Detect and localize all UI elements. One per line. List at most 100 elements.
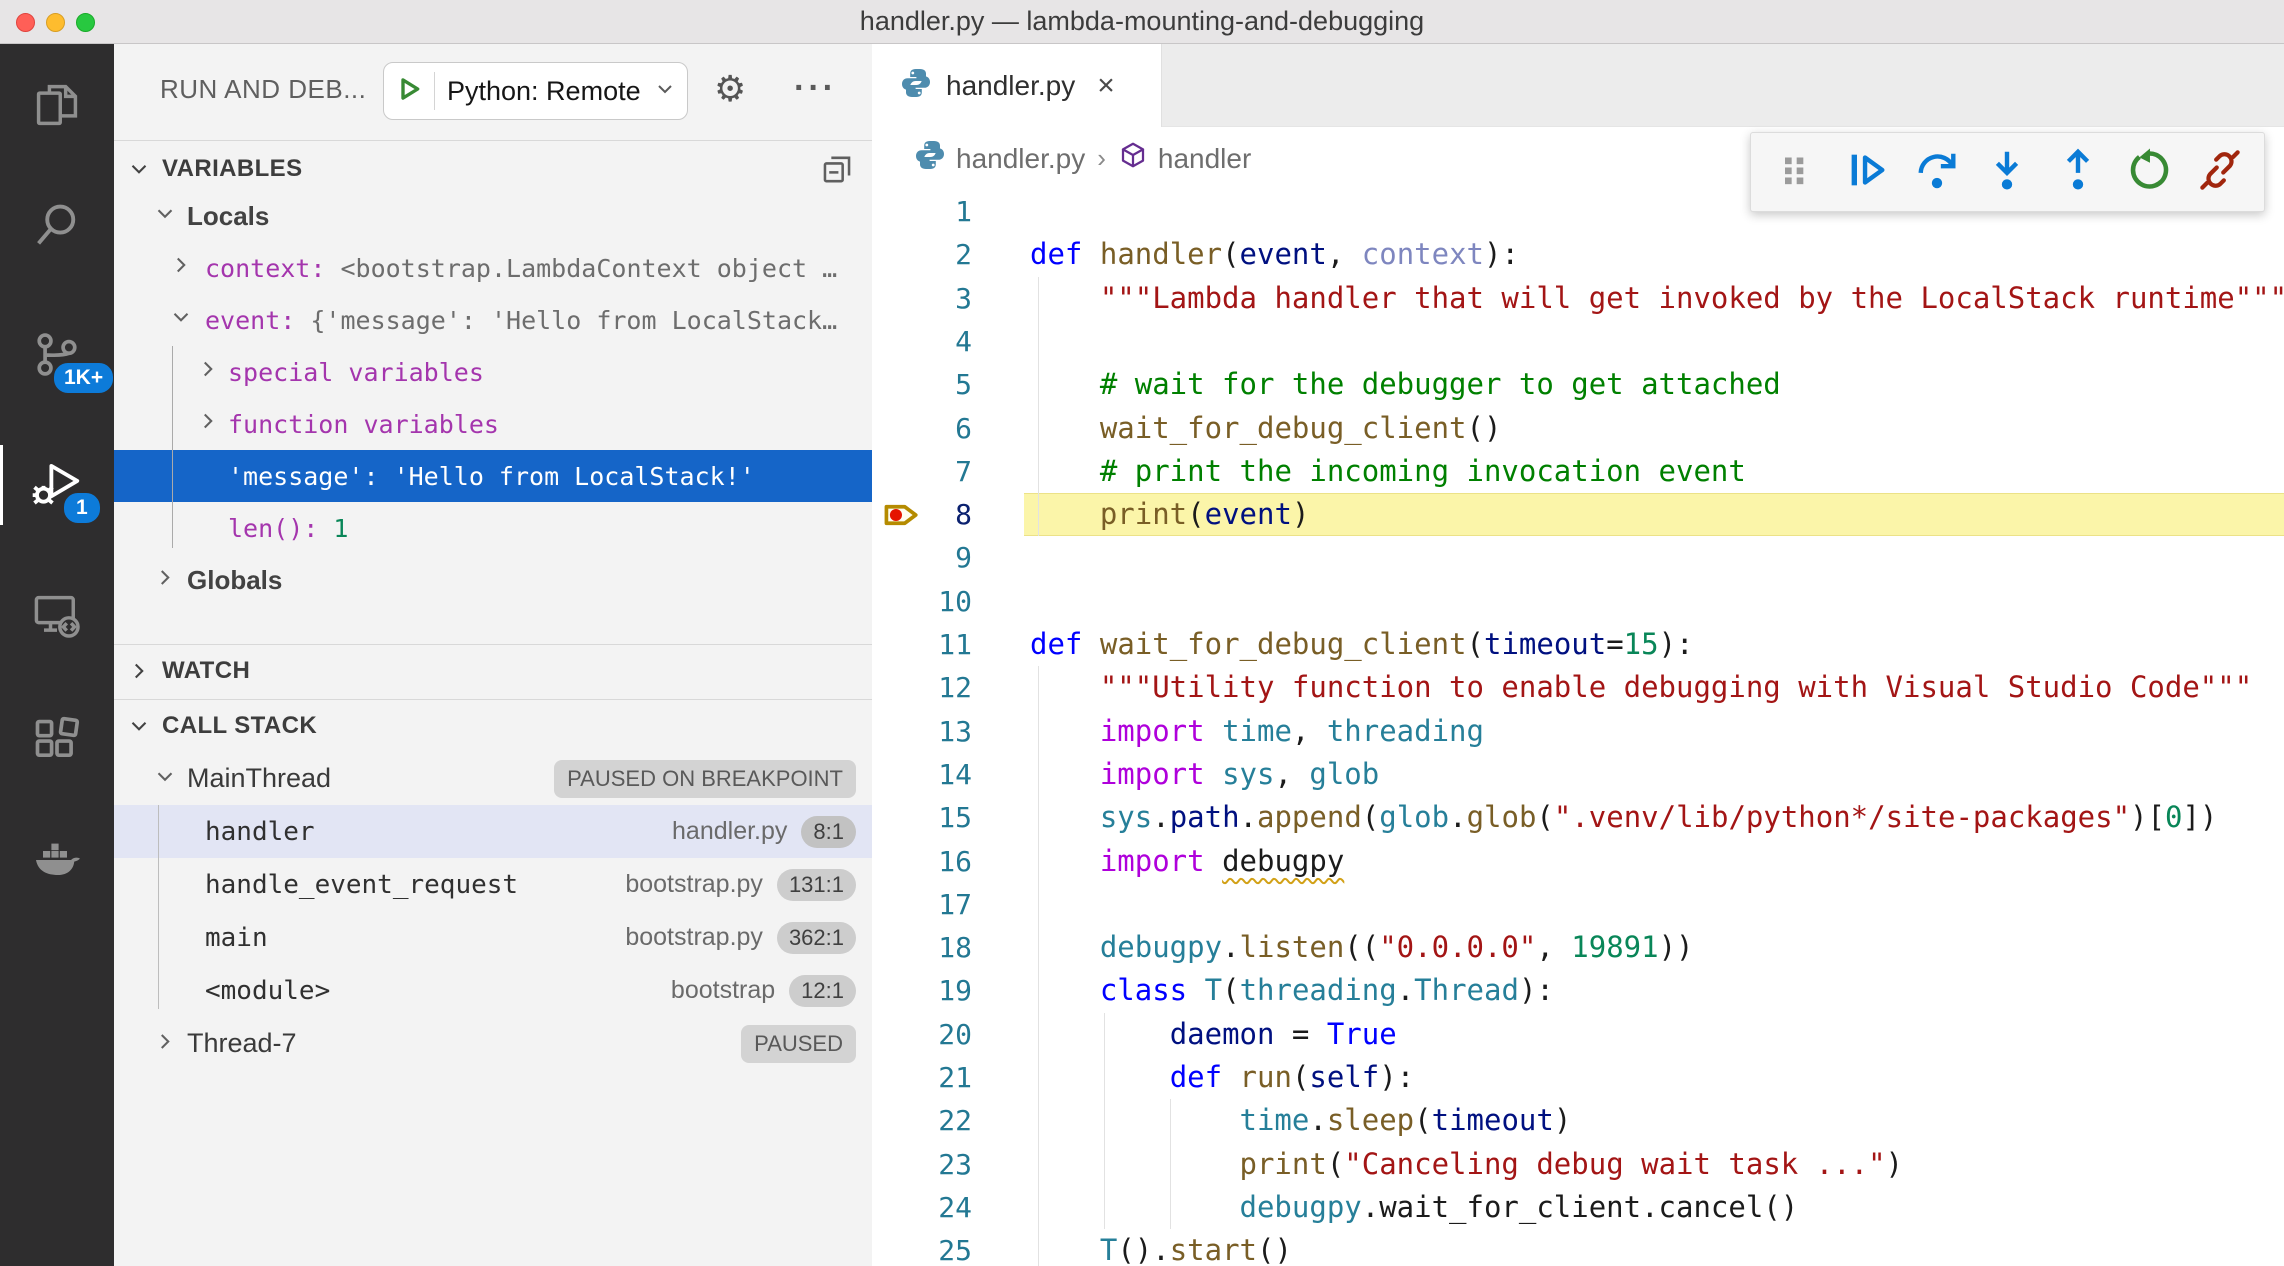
code-line-18[interactable]: 18 debugpy.listen(("0.0.0.0", 19891)): [872, 926, 2284, 969]
vscode-window: handler.py — lambda-mounting-and-debuggi…: [0, 0, 2284, 1266]
section-header-call-stack[interactable]: CALL STACK: [114, 701, 872, 751]
line-number[interactable]: 17: [872, 883, 972, 926]
section-header-watch[interactable]: WATCH: [114, 646, 872, 696]
variables-row-special-variables[interactable]: special variables: [114, 346, 872, 398]
line-number[interactable]: 13: [872, 710, 972, 753]
code-line-12[interactable]: 12 """Utility function to enable debuggi…: [872, 666, 2284, 709]
tree-indent-guide: [158, 805, 159, 1009]
code-line-22[interactable]: 22 time.sleep(timeout): [872, 1099, 2284, 1142]
line-number[interactable]: 23: [872, 1143, 972, 1186]
line-number[interactable]: 16: [872, 840, 972, 883]
activity-bar-item-run-and-debug[interactable]: [0, 430, 114, 540]
code-line-15[interactable]: 15 sys.path.append(glob.glob(".venv/lib/…: [872, 796, 2284, 839]
activity-bar-item-explorer[interactable]: [0, 50, 114, 160]
line-number[interactable]: 18: [872, 926, 972, 969]
gear-icon[interactable]: ⚙: [714, 66, 746, 114]
call-stack-frame[interactable]: <module> bootstrap 12:1: [114, 964, 872, 1017]
line-number[interactable]: 14: [872, 753, 972, 796]
line-number[interactable]: 11: [872, 623, 972, 666]
debug-step-over-button[interactable]: [1913, 148, 1961, 196]
code-line-6[interactable]: 6 wait_for_debug_client(): [872, 407, 2284, 450]
line-number[interactable]: 3: [872, 277, 972, 320]
code-line-24[interactable]: 24 debugpy.wait_for_client.cancel(): [872, 1186, 2284, 1229]
breadcrumb-file[interactable]: handler.py: [956, 143, 1085, 175]
line-number[interactable]: 8: [872, 493, 972, 536]
code-line-5[interactable]: 5 # wait for the debugger to get attache…: [872, 363, 2284, 406]
thread-state-badge: PAUSED ON BREAKPOINT: [554, 760, 856, 798]
line-number[interactable]: 20: [872, 1013, 972, 1056]
line-number[interactable]: 4: [872, 320, 972, 363]
restart-icon: [2126, 147, 2172, 198]
code-line-25[interactable]: 25 T().start(): [872, 1229, 2284, 1266]
section-header-variables[interactable]: VARIABLES: [114, 144, 872, 194]
debug-continue-button[interactable]: [1842, 148, 1890, 196]
debug-restart-button[interactable]: [2125, 148, 2173, 196]
code-line-3[interactable]: 3 """Lambda handler that will get invoke…: [872, 277, 2284, 320]
code-line-17[interactable]: 17: [872, 883, 2284, 926]
variable-text: special variables: [228, 358, 484, 387]
more-actions-icon[interactable]: ···: [794, 66, 837, 110]
line-number[interactable]: 15: [872, 796, 972, 839]
call-stack-frame[interactable]: handle_event_request bootstrap.py 131:1: [114, 858, 872, 911]
chevron-down-icon: [152, 763, 178, 794]
line-number[interactable]: 9: [872, 536, 972, 579]
line-number[interactable]: 10: [872, 580, 972, 623]
line-number[interactable]: 12: [872, 666, 972, 709]
line-number[interactable]: 25: [872, 1229, 972, 1266]
start-debug-icon[interactable]: [396, 75, 424, 108]
code-line-2[interactable]: 2 def handler(event, context):: [872, 233, 2284, 276]
call-stack-frame[interactable]: main bootstrap.py 362:1: [114, 911, 872, 964]
close-tab-icon[interactable]: ×: [1097, 71, 1115, 101]
variables-row-context[interactable]: context: <bootstrap.LambdaContext object…: [114, 242, 872, 294]
line-number[interactable]: 21: [872, 1056, 972, 1099]
line-number[interactable]: 2: [872, 233, 972, 276]
line-number[interactable]: 24: [872, 1186, 972, 1229]
launch-config-dropdown[interactable]: Python: Remote: [383, 62, 688, 120]
breadcrumb-symbol[interactable]: handler: [1158, 143, 1251, 175]
variables-row-globals[interactable]: Globals: [114, 554, 872, 606]
line-number[interactable]: 7: [872, 450, 972, 493]
code-line-14[interactable]: 14 import sys, glob: [872, 753, 2284, 796]
debug-step-out-button[interactable]: [2054, 148, 2102, 196]
variables-row-event[interactable]: event: {'message': 'Hello from LocalStac…: [114, 294, 872, 346]
code-line-7[interactable]: 7 # print the incoming invocation event: [872, 450, 2284, 493]
code-line-8[interactable]: 8 print(event): [872, 493, 2284, 536]
code-line-19[interactable]: 19 class T(threading.Thread):: [872, 969, 2284, 1012]
code-line-23[interactable]: 23 print("Canceling debug wait task ..."…: [872, 1143, 2284, 1186]
variables-row-message[interactable]: 'message': 'Hello from LocalStack!': [114, 450, 872, 502]
activity-bar-item-docker[interactable]: [0, 805, 114, 915]
code-editor[interactable]: 1 2 def handler(event, context): 3 """La…: [872, 190, 2284, 1266]
activity-bar-item-search[interactable]: [0, 170, 114, 280]
line-number[interactable]: 1: [872, 190, 972, 233]
line-number[interactable]: 6: [872, 407, 972, 450]
code-line-10[interactable]: 10: [872, 580, 2284, 623]
line-number[interactable]: 5: [872, 363, 972, 406]
code-line-21[interactable]: 21 def run(self):: [872, 1056, 2284, 1099]
section-title: WATCH: [162, 657, 250, 685]
debug-step-into-button[interactable]: [1983, 148, 2031, 196]
code-line-11[interactable]: 11 def wait_for_debug_client(timeout=15)…: [872, 623, 2284, 666]
activity-bar-item-extensions[interactable]: [0, 685, 114, 795]
code-line-16[interactable]: 16 import debugpy: [872, 840, 2284, 883]
sidebar-title: RUN AND DEB...: [160, 74, 366, 105]
variable-text: context:: [205, 254, 340, 283]
line-number[interactable]: 22: [872, 1099, 972, 1142]
call-stack-frame[interactable]: handler handler.py 8:1: [114, 805, 872, 858]
call-stack-thread[interactable]: MainThread PAUSED ON BREAKPOINT: [114, 752, 872, 805]
variables-row-locals[interactable]: Locals: [114, 190, 872, 242]
code-line-9[interactable]: 9: [872, 536, 2284, 579]
collapse-all-icon[interactable]: [820, 150, 854, 189]
frame-file: bootstrap.py: [625, 870, 763, 899]
variables-row-len[interactable]: len(): 1: [114, 502, 872, 554]
debug-disconnect-button[interactable]: [2196, 148, 2244, 196]
tab-handler-py[interactable]: handler.py ×: [872, 44, 1162, 127]
code-line-20[interactable]: 20 daemon = True: [872, 1013, 2284, 1056]
variables-row-function-variables[interactable]: function variables: [114, 398, 872, 450]
code-line-4[interactable]: 4: [872, 320, 2284, 363]
activity-bar-item-remote-explorer[interactable]: [0, 560, 114, 670]
call-stack-thread[interactable]: Thread-7 PAUSED: [114, 1017, 872, 1070]
code-line-13[interactable]: 13 import time, threading: [872, 710, 2284, 753]
debug-gripper-button[interactable]: [1771, 148, 1819, 196]
search-icon: [31, 199, 83, 251]
line-number[interactable]: 19: [872, 969, 972, 1012]
